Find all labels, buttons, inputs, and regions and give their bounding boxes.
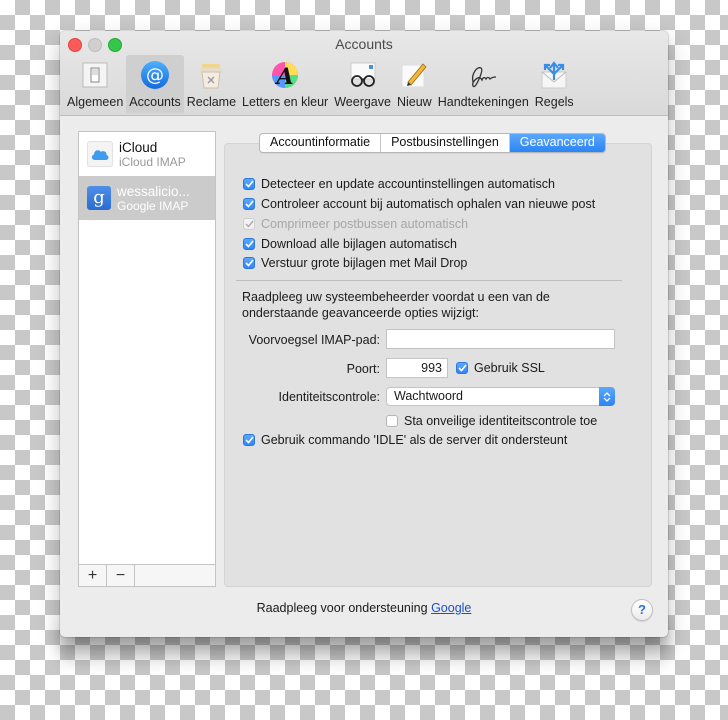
tab-geavanceerd[interactable]: Geavanceerd (509, 134, 605, 152)
account-name: wessalicio... (117, 183, 190, 199)
window-title: Accounts (335, 36, 393, 52)
option-check-account[interactable]: Controleer account bij automatisch ophal… (243, 197, 595, 211)
toolbar-item-handtekeningen[interactable]: Handtekeningen (435, 55, 532, 113)
divider (236, 280, 622, 281)
support-footer: Raadpleeg voor ondersteuning Google (60, 601, 668, 615)
option-label: Download alle bijlagen automatisch (261, 237, 457, 251)
advanced-warning-note: Raadpleeg uw systeembeheerder voordat u … (242, 290, 550, 320)
support-link[interactable]: Google (431, 601, 471, 615)
use-idle-option[interactable]: Gebruik commando 'IDLE' als de server di… (243, 433, 567, 447)
chevron-updown-icon (599, 387, 615, 406)
toolbar-item-letters-en-kleur[interactable]: A Letters en kleur (239, 55, 331, 113)
toolbar-label: Reclame (186, 95, 237, 109)
checkbox[interactable] (456, 362, 468, 374)
account-name: iCloud (119, 139, 158, 155)
add-account-button[interactable]: + (79, 565, 107, 586)
checkbox (243, 218, 255, 230)
checkbox[interactable] (243, 257, 255, 269)
option-label: Verstuur grote bijlagen met Mail Drop (261, 256, 468, 270)
icloud-icon (87, 141, 113, 167)
account-item-icloud[interactable]: iCloud iCloud IMAP (79, 132, 215, 176)
option-download-attachments[interactable]: Download alle bijlagen automatisch (243, 237, 457, 251)
imap-prefix-label: Voorvoegsel IMAP-pad: (248, 333, 380, 347)
authentication-value: Wachtwoord (394, 389, 464, 403)
toolbar-label: Letters en kleur (242, 95, 329, 109)
option-label: Gebruik commando 'IDLE' als de server di… (261, 433, 568, 447)
port-input[interactable] (386, 358, 448, 378)
option-label: Controleer account bij automatisch ophal… (261, 197, 596, 211)
toolbar-label: Nieuw (396, 95, 432, 109)
toolbar-item-algemeen[interactable]: Algemeen (64, 55, 126, 113)
toolbar-item-weergave[interactable]: Weergave (331, 55, 394, 113)
imap-prefix-input[interactable] (386, 329, 615, 349)
port-label: Poort: (346, 362, 380, 376)
option-label: Detecteer en update accountinstellingen … (261, 177, 555, 191)
toolbar-label: Weergave (334, 95, 391, 109)
google-icon: g (87, 186, 111, 210)
option-compress-mailboxes: Comprimeer postbussen automatisch (243, 217, 468, 231)
switch-icon (79, 59, 111, 91)
toolbar-label: Algemeen (67, 95, 124, 109)
tab-postbusinstellingen[interactable]: Postbusinstellingen (381, 134, 510, 152)
toolbar-label: Regels (534, 95, 574, 109)
checkbox[interactable] (243, 198, 255, 210)
option-label: Sta onveilige identiteitscontrole toe (404, 414, 598, 428)
account-type: iCloud IMAP (119, 154, 186, 169)
toolbar-item-accounts[interactable]: @ Accounts (126, 55, 184, 113)
checkbox[interactable] (243, 238, 255, 250)
allow-insecure-auth-option[interactable]: Sta onveilige identiteitscontrole toe (386, 414, 597, 428)
authentication-label: Identiteitscontrole: (278, 390, 380, 404)
svg-text:A: A (275, 64, 294, 90)
account-list-footer: + − (79, 564, 215, 586)
toolbar-item-nieuw[interactable]: Nieuw (394, 55, 435, 113)
tab-accountinformatie[interactable]: Accountinformatie (260, 134, 382, 152)
authentication-select[interactable]: Wachtwoord (386, 387, 615, 406)
help-button[interactable]: ? (631, 599, 653, 621)
preferences-window: Accounts Algemeen @ Accounts Reclame A L… (60, 31, 668, 637)
remove-account-button[interactable]: − (107, 565, 135, 586)
at-sign-icon: @ (139, 59, 171, 91)
font-color-icon: A (269, 59, 301, 91)
account-list: iCloud iCloud IMAP g wessalicio... Googl… (78, 131, 216, 587)
checkbox[interactable] (243, 178, 255, 190)
toolbar-label: Accounts (129, 95, 181, 109)
toolbar-item-regels[interactable]: Regels (532, 55, 577, 113)
signature-icon (467, 59, 499, 91)
option-detect-update[interactable]: Detecteer en update accountinstellingen … (243, 177, 555, 191)
option-label: Comprimeer postbussen automatisch (261, 217, 469, 231)
toolbar-label: Handtekeningen (437, 95, 529, 109)
toolbar-item-reclame[interactable]: Reclame (184, 55, 239, 113)
option-mail-drop[interactable]: Verstuur grote bijlagen met Mail Drop (243, 256, 467, 270)
checkbox[interactable] (243, 434, 255, 446)
account-type: Google IMAP (117, 198, 189, 213)
glasses-icon (347, 59, 379, 91)
titlebar: Accounts Algemeen @ Accounts Reclame A L… (60, 31, 668, 116)
option-label: Gebruik SSL (474, 361, 545, 375)
support-text: Raadpleeg voor ondersteuning (256, 601, 428, 615)
svg-text:@: @ (146, 65, 164, 86)
pencil-icon (398, 59, 430, 91)
use-ssl-option[interactable]: Gebruik SSL (456, 361, 545, 375)
trash-bin-icon (195, 59, 227, 91)
rules-envelope-icon (538, 59, 570, 91)
account-item-google[interactable]: g wessalicio... Google IMAP (79, 176, 215, 220)
checkbox[interactable] (386, 415, 398, 427)
preferences-toolbar: Algemeen @ Accounts Reclame A Letters en… (64, 55, 577, 115)
tab-bar: Accountinformatie Postbusinstellingen Ge… (259, 133, 606, 153)
